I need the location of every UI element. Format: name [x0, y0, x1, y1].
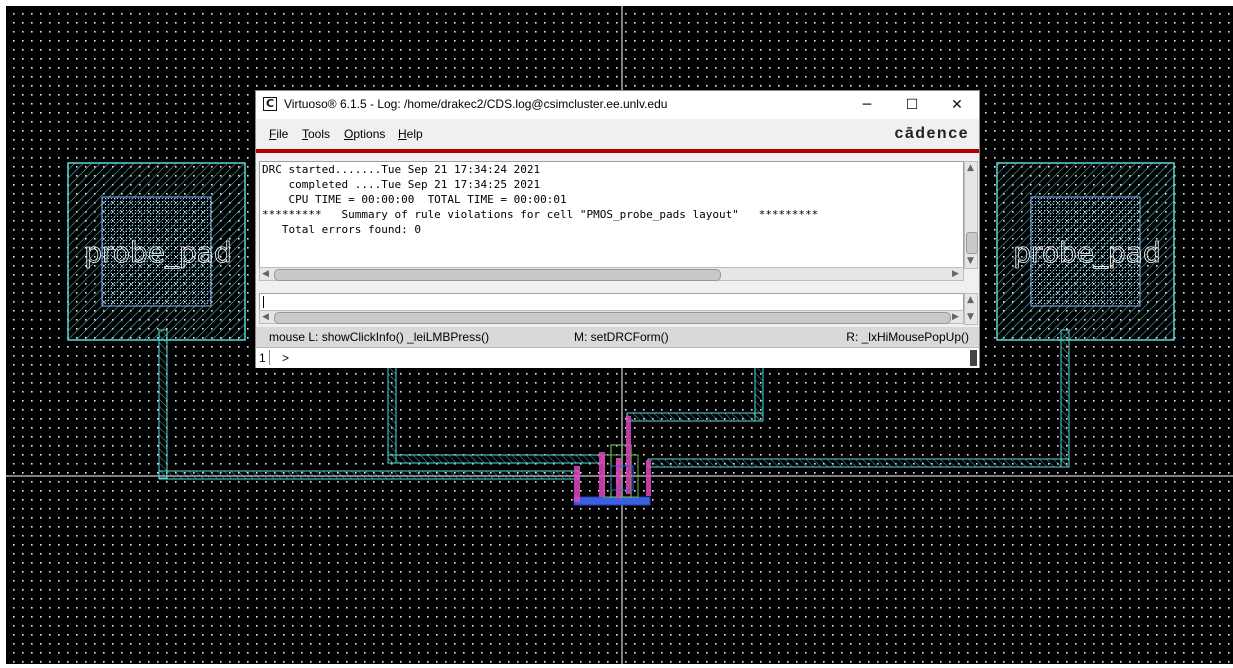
- scroll-right-icon[interactable]: ▶: [952, 312, 959, 322]
- prompt-scroll-handle[interactable]: [970, 350, 977, 366]
- scroll-up-icon[interactable]: ▲: [967, 163, 974, 173]
- log-line: CPU TIME = 00:00:00 TOTAL TIME = 00:00:0…: [262, 193, 567, 206]
- close-button[interactable]: ✕: [946, 94, 968, 116]
- log-line: completed ....Tue Sep 21 17:34:25 2021: [262, 178, 541, 191]
- log-window[interactable]: C Virtuoso® 6.1.5 - Log: /home/drakec2/C…: [255, 90, 980, 368]
- scroll-right-icon[interactable]: ▶: [952, 269, 959, 279]
- log-line: DRC started.......Tue Sep 21 17:34:24 20…: [262, 163, 541, 176]
- log-line: Total errors found: 0: [262, 223, 421, 236]
- prompt-line-number: 1: [259, 351, 266, 365]
- log-horizontal-scrollbar[interactable]: ◀ ▶: [259, 267, 964, 281]
- command-input[interactable]: [259, 293, 964, 311]
- menu-bar: File Tools Options Help cādence: [256, 119, 979, 149]
- text-caret: [263, 296, 264, 308]
- maximize-button[interactable]: ☐: [901, 94, 923, 116]
- minimize-button[interactable]: ─: [856, 94, 878, 116]
- probe-pad-left-label: probe_pad: [84, 236, 232, 269]
- prompt-bar[interactable]: 1 >: [256, 347, 979, 368]
- window-title: Virtuoso® 6.1.5 - Log: /home/drakec2/CDS…: [284, 97, 668, 111]
- log-vertical-scroll-thumb[interactable]: [966, 232, 978, 254]
- probe-pad-left[interactable]: probe_pad: [67, 162, 246, 341]
- mouse-right-binding: R: _lxHiMousePopUp(): [846, 330, 969, 344]
- probe-pad-right[interactable]: probe_pad: [996, 162, 1175, 341]
- log-horizontal-scroll-thumb[interactable]: [274, 269, 721, 281]
- command-horizontal-scrollbar[interactable]: ◀ ▶: [259, 310, 964, 324]
- command-vertical-scrollbar[interactable]: ▲ ▼: [964, 293, 978, 325]
- menu-file[interactable]: File: [269, 127, 288, 141]
- scroll-down-icon[interactable]: ▼: [967, 312, 974, 322]
- brand-divider: [256, 149, 979, 153]
- scroll-up-icon[interactable]: ▲: [967, 295, 974, 305]
- title-bar[interactable]: C Virtuoso® 6.1.5 - Log: /home/drakec2/C…: [256, 91, 979, 119]
- scroll-left-icon[interactable]: ◀: [262, 269, 269, 279]
- prompt-separator: [269, 350, 270, 365]
- log-output[interactable]: DRC started.......Tue Sep 21 17:34:24 20…: [259, 161, 964, 269]
- menu-tools[interactable]: Tools: [302, 127, 330, 141]
- menu-options[interactable]: Options: [344, 127, 385, 141]
- menu-help[interactable]: Help: [398, 127, 423, 141]
- log-line: ********* Summary of rule violations for…: [262, 208, 819, 221]
- log-vertical-scrollbar[interactable]: ▲ ▼: [964, 161, 978, 269]
- probe-pad-right-label: probe_pad: [1013, 236, 1161, 269]
- prompt-symbol: >: [282, 351, 290, 365]
- scroll-left-icon[interactable]: ◀: [262, 312, 269, 322]
- mouse-bindings-bar: mouse L: showClickInfo() _leiLMBPress() …: [256, 327, 979, 347]
- command-horizontal-scroll-thumb[interactable]: [274, 312, 951, 324]
- scroll-down-icon[interactable]: ▼: [967, 256, 974, 266]
- virtuoso-app-icon: C: [263, 97, 277, 111]
- mouse-middle-binding: M: setDRCForm(): [574, 330, 669, 344]
- cadence-logo: cādence: [894, 125, 969, 142]
- mouse-left-binding: mouse L: showClickInfo() _leiLMBPress(): [269, 330, 490, 344]
